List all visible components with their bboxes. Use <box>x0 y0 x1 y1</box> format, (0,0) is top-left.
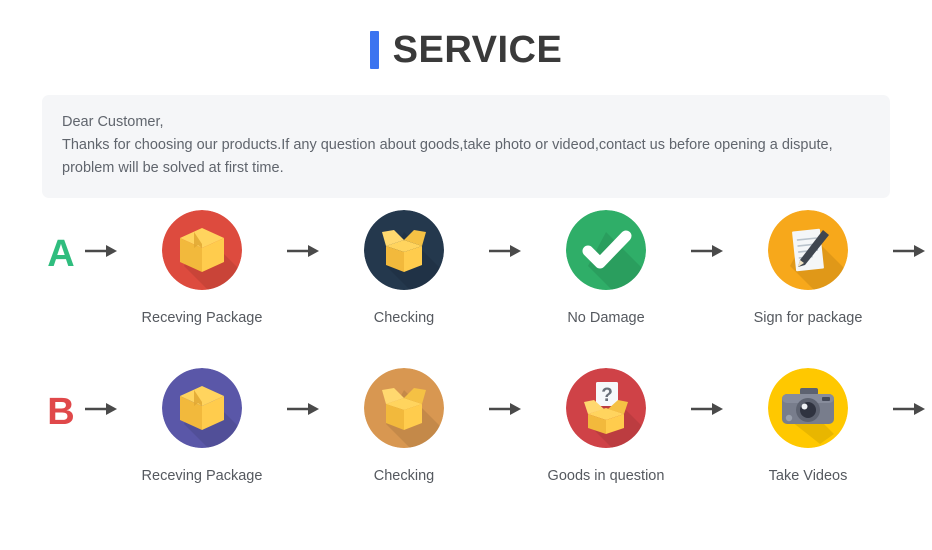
arrow-right-icon <box>684 243 730 259</box>
page-title: SERVICE <box>0 0 932 76</box>
arrow-right-icon <box>280 243 326 259</box>
flow-step-label: Sign for package <box>753 310 863 326</box>
arrow-right-icon <box>886 243 932 259</box>
notice-line-greeting: Dear Customer, <box>62 114 164 130</box>
page-title-text: SERVICE <box>392 29 563 71</box>
flow-step-label: Receving Package <box>141 468 263 484</box>
package-box-icon <box>162 210 242 290</box>
arrow-right-icon <box>684 401 730 417</box>
notice-line-body: Thanks for choosing our products.If any … <box>62 137 833 153</box>
svg-text:?: ? <box>601 385 613 406</box>
notice-line-closing: problem will be solved at first time. <box>62 160 284 176</box>
title-accent-bar <box>369 31 379 69</box>
flow-row-a: A Receving Package Checking No Damage Si… <box>0 210 932 329</box>
question-box-icon: ? <box>566 368 646 448</box>
check-mark-icon <box>566 210 646 290</box>
arrow-right-icon <box>482 243 528 259</box>
flow-step-label: Checking <box>373 310 435 326</box>
flow-step[interactable]: Sign for package <box>730 210 886 329</box>
flow-step[interactable]: No Damage <box>528 210 684 329</box>
flow-step[interactable]: Checking <box>326 368 482 487</box>
arrow-right-icon <box>482 401 528 417</box>
flow-letter-a: A <box>47 233 75 275</box>
flow-letter-b: B <box>47 391 75 433</box>
customer-notice-panel: Dear Customer, Thanks for choosing our p… <box>42 95 890 198</box>
arrow-right-icon <box>78 243 124 259</box>
flow-step-label: Take Videos <box>768 468 848 484</box>
arrow-right-icon <box>886 401 932 417</box>
arrow-right-icon <box>78 401 124 417</box>
flow-step[interactable]: Take Videos <box>730 368 886 487</box>
flow-step-label: Checking <box>373 468 435 484</box>
flow-step[interactable]: Receving Package <box>124 210 280 329</box>
package-box-icon <box>162 368 242 448</box>
flow-row-b: B Receving Package Checking ? Goods in q… <box>0 368 932 508</box>
flow-step-label: No Damage <box>567 310 645 326</box>
flow-step-label: Goods in question <box>547 468 665 484</box>
camera-icon <box>768 368 848 448</box>
open-box-icon <box>364 210 444 290</box>
flow-step-label: Receving Package <box>141 310 263 326</box>
flow-step[interactable]: ? Goods in question <box>528 368 684 487</box>
document-pencil-icon <box>768 210 848 290</box>
arrow-right-icon <box>280 401 326 417</box>
open-box-icon <box>364 368 444 448</box>
flow-step[interactable]: Checking <box>326 210 482 329</box>
flow-step[interactable]: Receving Package <box>124 368 280 487</box>
